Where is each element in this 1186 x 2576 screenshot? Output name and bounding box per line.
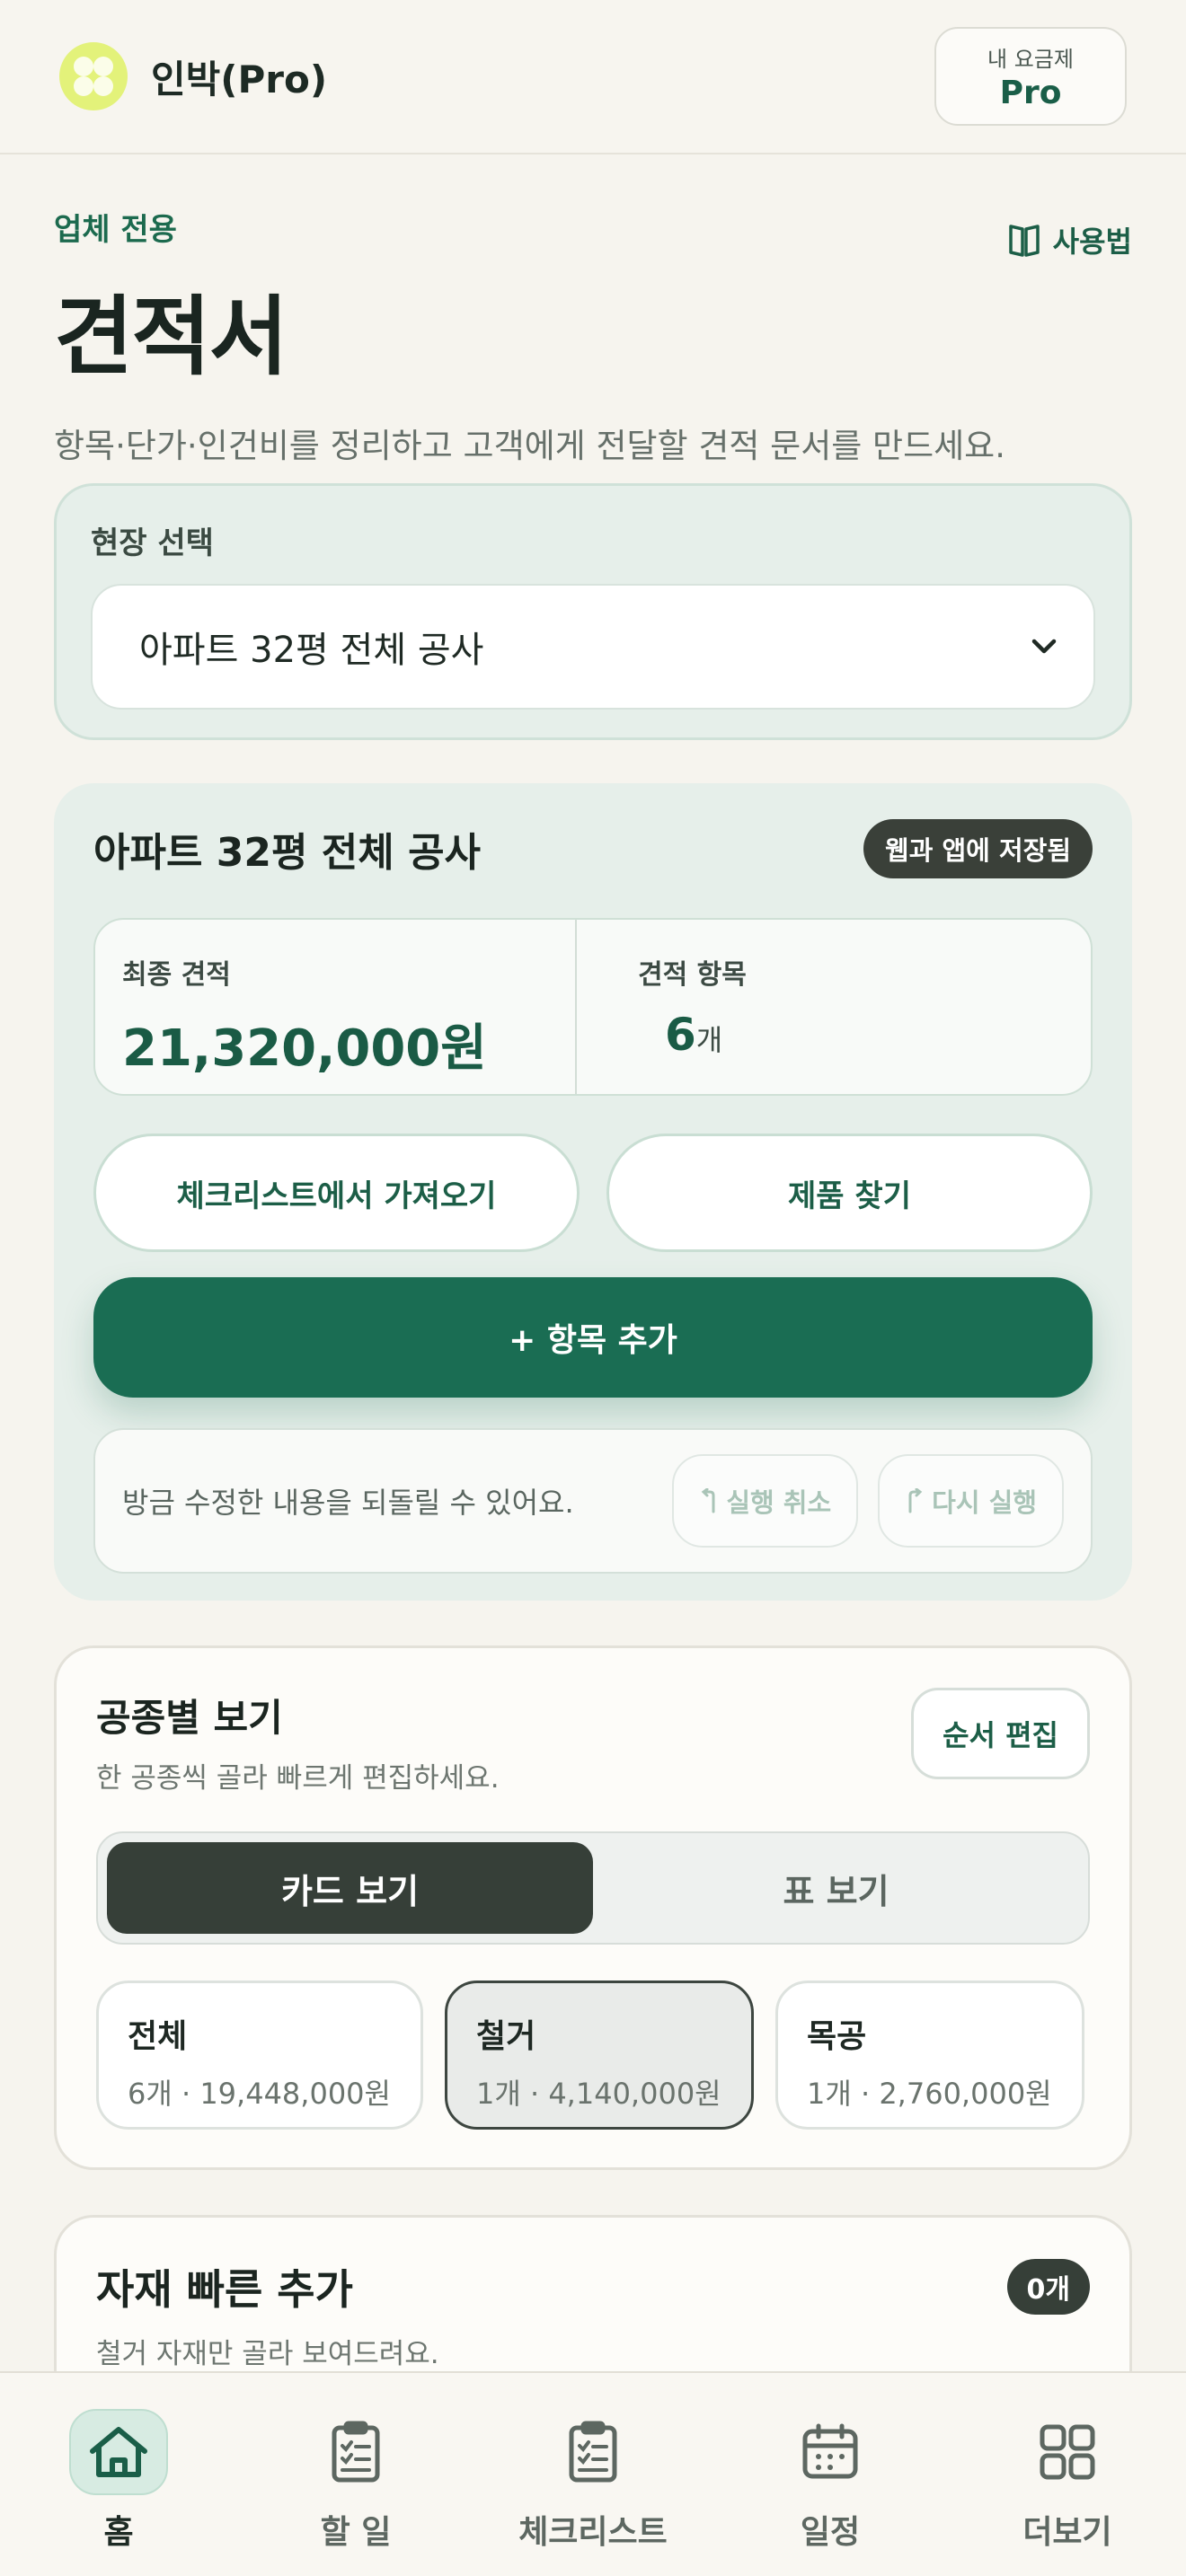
add-item-button[interactable]: + 항목 추가 xyxy=(93,1277,1093,1398)
trade-chip-carpentry[interactable]: 목공 1개 · 2,760,000원 xyxy=(775,1981,1084,2130)
trade-chips: 전체 6개 · 19,448,000원 철거 1개 · 4,140,000원 목… xyxy=(96,1981,1090,2130)
nav-label: 홈 xyxy=(103,2514,134,2551)
trade-view-card: 공종별 보기 한 공종씩 골라 빠르게 편집하세요. 순서 편집 카드 보기 표… xyxy=(54,1645,1132,2170)
page-description: 항목·단가·인건비를 정리하고 고객에게 전달할 견적 문서를 만드세요. xyxy=(54,427,1005,465)
find-product-button[interactable]: 제품 찾기 xyxy=(606,1134,1093,1252)
eyebrow-label: 업체 전용 xyxy=(54,212,177,248)
item-count-label: 견적 항목 xyxy=(638,959,747,991)
quick-add-subtitle: 철거 자재만 골라 보여드려요. xyxy=(96,2338,439,2370)
plan-label: 내 요금제 xyxy=(987,47,1074,72)
nav-todo[interactable]: 할 일 xyxy=(257,2409,455,2576)
trade-chip-meta: 1개 · 4,140,000원 xyxy=(476,2077,721,2111)
grid-icon xyxy=(1018,2409,1117,2495)
undo-icon xyxy=(702,1488,715,1513)
nav-more[interactable]: 더보기 xyxy=(969,2409,1166,2576)
site-select-card: 현장 선택 아파트 32평 전체 공사 xyxy=(54,483,1132,740)
trade-view-title: 공종별 보기 xyxy=(96,1696,283,1740)
plan-button[interactable]: 내 요금제 Pro xyxy=(934,27,1127,126)
brand-name: 인박(Pro) xyxy=(151,57,328,101)
plan-name: Pro xyxy=(999,75,1062,111)
checklist-icon xyxy=(544,2409,642,2495)
summary-stats: 최종 견적 21,320,000원 견적 항목 6개 xyxy=(93,918,1093,1096)
nav-label: 체크리스트 xyxy=(518,2514,668,2551)
nav-checklist[interactable]: 체크리스트 xyxy=(494,2409,692,2576)
quick-add-count-badge: 0개 xyxy=(1006,2259,1090,2315)
saved-badge: 웹과 앱에 저장됨 xyxy=(863,819,1093,878)
nav-label: 할 일 xyxy=(320,2514,392,2551)
undo-label: 실행 취소 xyxy=(726,1487,832,1518)
nav-home[interactable]: 홈 xyxy=(20,2409,217,2576)
redo-label: 다시 실행 xyxy=(932,1487,1037,1518)
logo-icon xyxy=(59,42,128,110)
final-estimate-value: 21,320,000원 xyxy=(122,1019,487,1078)
nav-label: 더보기 xyxy=(1022,2514,1112,2551)
howto-label: 사용법 xyxy=(1052,225,1132,259)
quick-add-title: 자재 빠른 추가 xyxy=(96,2265,353,2314)
page-title: 견적서 xyxy=(54,287,288,387)
clipboard-icon xyxy=(306,2409,405,2495)
undo-hint: 방금 수정한 내용을 되돌릴 수 있어요. xyxy=(122,1486,574,1520)
trade-view-subtitle: 한 공종씩 골라 빠르게 편집하세요. xyxy=(96,1762,500,1795)
site-select[interactable]: 아파트 32평 전체 공사 xyxy=(91,584,1095,710)
item-count-value: 6 xyxy=(665,1009,696,1061)
trade-chip-name: 전체 xyxy=(128,2018,188,2055)
howto-link[interactable]: 사용법 xyxy=(1008,219,1132,260)
site-select-value: 아파트 32평 전체 공사 xyxy=(139,630,484,671)
tab-table-view[interactable]: 표 보기 xyxy=(593,1842,1079,1934)
edit-order-button[interactable]: 순서 편집 xyxy=(911,1688,1090,1779)
brand[interactable]: 인박(Pro) xyxy=(59,42,327,110)
book-icon xyxy=(1008,225,1040,257)
estimate-summary-card: 아파트 32평 전체 공사 웹과 앱에 저장됨 최종 견적 21,320,000… xyxy=(54,783,1132,1601)
calendar-icon xyxy=(781,2409,880,2495)
redo-icon xyxy=(908,1488,923,1513)
chevron-down-icon xyxy=(1031,639,1057,654)
app-header: 인박(Pro) 내 요금제 Pro xyxy=(0,0,1186,154)
trade-chip-name: 철거 xyxy=(476,2018,536,2055)
redo-button[interactable]: 다시 실행 xyxy=(878,1454,1064,1548)
trade-chip-meta: 6개 · 19,448,000원 xyxy=(128,2077,391,2111)
import-checklist-button[interactable]: 체크리스트에서 가져오기 xyxy=(93,1134,580,1252)
final-estimate-stat: 최종 견적 21,320,000원 xyxy=(95,920,575,1094)
nav-label: 일정 xyxy=(800,2514,861,2551)
final-estimate-label: 최종 견적 xyxy=(122,959,231,991)
nav-schedule[interactable]: 일정 xyxy=(731,2409,929,2576)
tab-card-view[interactable]: 카드 보기 xyxy=(107,1842,593,1934)
summary-title: 아파트 32평 전체 공사 xyxy=(93,830,482,876)
site-select-label: 현장 선택 xyxy=(91,525,214,561)
view-toggle: 카드 보기 표 보기 xyxy=(96,1831,1090,1945)
undo-button[interactable]: 실행 취소 xyxy=(672,1454,859,1548)
item-count-stat: 견적 항목 6개 xyxy=(575,920,1091,1094)
trade-chip-name: 목공 xyxy=(807,2018,867,2055)
bottom-nav: 홈 할 일 체크리스트 일정 더보기 xyxy=(0,2371,1186,2576)
trade-chip-meta: 1개 · 2,760,000원 xyxy=(807,2077,1052,2111)
item-count-unit: 개 xyxy=(695,1023,723,1057)
page-intro: 업체 전용 견적서 항목·단가·인건비를 정리하고 고객에게 전달할 견적 문서… xyxy=(54,205,1132,467)
undo-panel: 방금 수정한 내용을 되돌릴 수 있어요. 실행 취소 다시 실행 xyxy=(93,1428,1093,1574)
trade-chip-all[interactable]: 전체 6개 · 19,448,000원 xyxy=(96,1981,423,2130)
trade-chip-demolition[interactable]: 철거 1개 · 4,140,000원 xyxy=(445,1981,754,2130)
home-icon xyxy=(69,2409,168,2495)
